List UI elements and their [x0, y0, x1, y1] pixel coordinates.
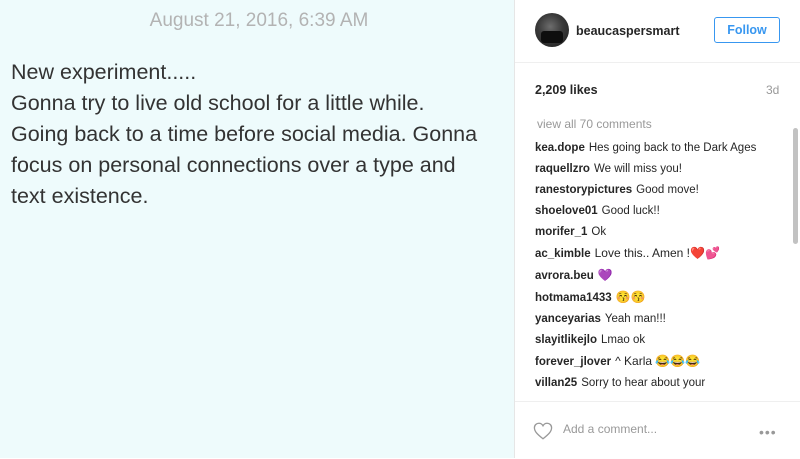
comment-user[interactable]: hotmama1433 [535, 292, 612, 304]
comment-user[interactable]: forever_jlover [535, 356, 611, 368]
comment-item: avrora.beu 💜 [535, 267, 783, 284]
comments-scrollbar[interactable] [793, 128, 798, 244]
avatar[interactable] [535, 13, 569, 47]
follow-button[interactable]: Follow [714, 17, 780, 43]
comment-text: 💜 [597, 268, 613, 282]
comment-user[interactable]: ranestorypictures [535, 184, 632, 196]
comment-item: morifer_1 Ok [535, 224, 783, 240]
comment-item: hotmama1433 😚😚 [535, 289, 783, 306]
comment-text: Hes going back to the Dark Ages [588, 142, 757, 154]
comment-text: Good luck!! [601, 205, 660, 217]
comment-user[interactable]: villan25 [535, 377, 577, 389]
comment-item: ranestorypictures Good move! [535, 182, 783, 198]
post-age[interactable]: 3d [766, 83, 779, 97]
add-comment-input[interactable] [563, 422, 743, 436]
comment-text: Yeah man!!! [604, 313, 666, 325]
comment-item: ac_kimble Love this.. Amen !❤️💕 [535, 245, 783, 262]
note-line: focus on personal connections over a typ… [11, 153, 456, 177]
comment-item: shoelove01 Good luck!! [535, 203, 783, 219]
note-date: August 21, 2016, 6:39 AM [149, 10, 369, 31]
note-body: New experiment..... Gonna try to live ol… [11, 57, 506, 212]
note-line: text existence. [11, 184, 149, 208]
more-options-icon[interactable]: ••• [759, 424, 777, 440]
view-all-comments-link[interactable]: view all 70 comments [537, 117, 652, 131]
post-sidebar: beaucaspersmart Follow 2,209 likes 3d vi… [515, 0, 800, 458]
comment-user[interactable]: yanceyarias [535, 313, 601, 325]
comment-user[interactable]: raquellzro [535, 163, 590, 175]
comment-text: We will miss you! [593, 163, 682, 175]
comment-item: villan25 Sorry to hear about your [535, 375, 783, 391]
post-header: beaucaspersmart Follow [515, 0, 800, 63]
comment-item: slayitlikejlo Lmao ok [535, 332, 783, 348]
comment-item: forever_jlover ^ Karla 😂😂😂 [535, 353, 783, 370]
likes-count[interactable]: 2,209 likes [535, 83, 598, 97]
note-line: New experiment..... [11, 60, 197, 84]
comment-text: 😚😚 [615, 290, 646, 304]
note-line: Going back to a time before social media… [11, 122, 478, 146]
note-panel: August 21, 2016, 6:39 AM New experiment.… [0, 0, 514, 458]
heart-outline-icon[interactable] [533, 422, 553, 440]
comment-user[interactable]: morifer_1 [535, 226, 587, 238]
note-line: Gonna try to live old school for a littl… [11, 91, 425, 115]
comment-user[interactable]: avrora.beu [535, 270, 594, 282]
comment-text: Good move! [636, 184, 699, 196]
post-footer: ••• [515, 401, 800, 459]
username-link[interactable]: beaucaspersmart [576, 24, 680, 38]
comment-item: raquellzro We will miss you! [535, 161, 783, 177]
comment-text: Ok [591, 226, 607, 238]
comment-text: Love this.. Amen !❤️💕 [594, 246, 720, 260]
comment-item: kea.dope Hes going back to the Dark Ages [535, 140, 783, 156]
comment-text: Sorry to hear about your [581, 377, 706, 389]
comment-user[interactable]: ac_kimble [535, 248, 591, 260]
comment-user[interactable]: kea.dope [535, 142, 585, 154]
comment-item: yanceyarias Yeah man!!! [535, 311, 783, 327]
comment-text: ^ Karla 😂😂😂 [615, 354, 701, 368]
comments-section[interactable]: view all 70 comments kea.dope Hes going b… [515, 114, 800, 401]
comment-user[interactable]: slayitlikejlo [535, 334, 597, 346]
comment-user[interactable]: shoelove01 [535, 205, 598, 217]
comment-text: Lmao ok [601, 334, 646, 346]
comment-list: kea.dope Hes going back to the Dark Ages … [535, 140, 783, 396]
